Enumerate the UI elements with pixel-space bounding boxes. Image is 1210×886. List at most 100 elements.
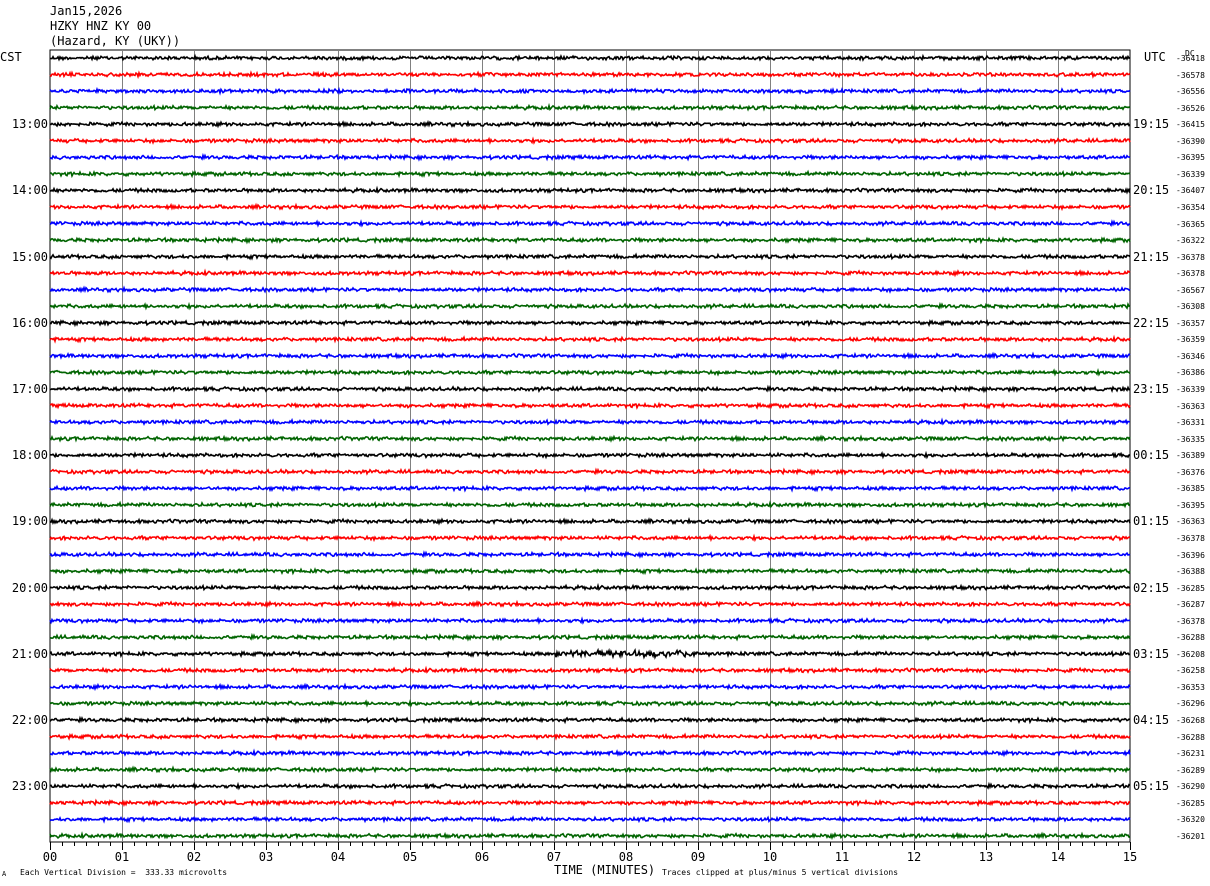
dc-offset-label: -36378: [1176, 252, 1205, 262]
utc-hour-label: 03:15: [1133, 646, 1170, 661]
trace-line: [49, 301, 1131, 311]
x-tick-label: 11: [834, 850, 850, 864]
dc-offset-label: -36322: [1176, 236, 1205, 246]
trace-line: [49, 500, 1131, 509]
x-tick-label: 01: [114, 850, 130, 864]
trace-line: [49, 86, 1131, 96]
trace-line: [49, 450, 1131, 460]
trace-line: [49, 647, 1131, 660]
trace-line: [49, 368, 1131, 377]
utc-hour-label: 02:15: [1133, 580, 1170, 595]
trace-line: [49, 484, 1131, 493]
dc-offset-label: -36418: [1176, 54, 1205, 63]
dc-offset-label: -36346: [1176, 351, 1205, 361]
trace-line: [49, 566, 1131, 576]
scale-note: Each Vertical Division = 333.33 microvol…: [20, 868, 228, 877]
dc-offset-label: -36208: [1176, 649, 1205, 659]
dc-offset-label: -36287: [1176, 600, 1205, 610]
local-hour-label: 23:00: [11, 779, 48, 794]
trace-line: [49, 202, 1131, 212]
trace-line: [49, 550, 1131, 559]
trace-line: [49, 815, 1131, 824]
local-hour-label: 19:00: [11, 514, 48, 529]
x-tick-label: 04: [330, 850, 346, 864]
local-hour-label: 18:00: [11, 448, 48, 463]
dc-offset-label: -36288: [1176, 732, 1205, 742]
dc-offset-label: -36339: [1176, 385, 1205, 394]
utc-hour-label: 22:15: [1133, 315, 1170, 330]
trace-line: [49, 831, 1131, 841]
trace-line: [49, 467, 1131, 477]
dc-offset-label: -36288: [1176, 633, 1205, 643]
dc-offset-label: -36353: [1176, 682, 1205, 692]
local-hour-label: 15:00: [11, 249, 48, 264]
dc-offset-label: -36378: [1176, 533, 1205, 543]
dc-offset-label: -36320: [1176, 815, 1205, 825]
dc-offset-label: -36390: [1176, 136, 1205, 146]
dc-offset-label: -36201: [1176, 831, 1205, 841]
trace-line: [49, 616, 1131, 625]
x-tick-label: 06: [474, 850, 490, 864]
x-tick-label: 02: [186, 850, 202, 864]
trace-line: [49, 765, 1131, 774]
x-tick-label: 00: [42, 850, 58, 864]
local-hour-label: 20:00: [11, 580, 48, 595]
dc-offset-label: -36395: [1176, 500, 1205, 510]
local-hour-label: 14:00: [11, 183, 48, 198]
local-hour-label: 17:00: [11, 382, 48, 396]
dc-offset-label: -36378: [1176, 269, 1205, 279]
dc-offset-label: -36258: [1176, 666, 1205, 676]
corner-mark: A: [2, 870, 7, 878]
dc-offset-label: -36578: [1176, 70, 1205, 80]
dc-offset-label: -36415: [1176, 120, 1205, 130]
x-tick-label: 05: [402, 850, 418, 864]
trace-line: [49, 632, 1131, 642]
dc-offset-label: -36407: [1176, 186, 1205, 196]
utc-hour-label: 23:15: [1133, 382, 1170, 396]
trace-line: [49, 781, 1131, 791]
trace-line: [49, 235, 1131, 245]
trace-line: [49, 53, 1131, 62]
trace-line: [49, 219, 1131, 228]
trace-line: [49, 417, 1131, 427]
dc-offset-label: -36363: [1176, 401, 1205, 411]
dc-offset-label: -36526: [1176, 103, 1205, 113]
trace-line: [49, 748, 1131, 758]
trace-line: [49, 152, 1131, 162]
trace-line: [49, 102, 1131, 112]
trace-line: [49, 715, 1131, 725]
trace-line: [49, 136, 1131, 145]
dc-offset-label: -36339: [1176, 169, 1205, 179]
x-tick-label: 13: [978, 850, 994, 864]
local-hour-label: 22:00: [11, 713, 48, 727]
dc-offset-label: -36378: [1176, 616, 1205, 626]
dc-offset-label: -36308: [1176, 302, 1205, 312]
utc-hour-label: 19:15: [1133, 117, 1170, 132]
x-tick-label: 07: [546, 850, 562, 864]
trace-line: [49, 119, 1131, 129]
dc-offset-label: -36396: [1176, 550, 1205, 560]
dc-offset-label: -36386: [1176, 368, 1205, 378]
trace-line: [49, 285, 1131, 294]
trace-line: [49, 533, 1131, 543]
trace-line: [49, 334, 1131, 344]
trace-line: [49, 70, 1131, 80]
dc-offset-label: -36285: [1176, 798, 1205, 808]
trace-line: [49, 665, 1131, 675]
plot-frame: [49, 49, 1131, 843]
utc-hour-label: 04:15: [1133, 713, 1170, 727]
x-tick-label: 08: [618, 850, 634, 864]
utc-hour-label: 05:15: [1133, 779, 1170, 794]
local-hour-label: 16:00: [11, 315, 48, 330]
trace-line: [49, 268, 1131, 278]
dc-offset-label: -36335: [1176, 434, 1205, 444]
dc-offset-label: -36359: [1176, 335, 1205, 345]
dc-offset-label: -36357: [1176, 318, 1205, 328]
x-tick-label: 14: [1050, 850, 1066, 864]
trace-line: [49, 582, 1131, 592]
utc-hour-label: 20:15: [1133, 183, 1170, 198]
dc-offset-label: -36556: [1176, 87, 1205, 97]
utc-hour-label: 01:15: [1133, 514, 1170, 529]
dc-offset-label: -36290: [1176, 782, 1205, 792]
local-hour-label: 13:00: [11, 117, 48, 132]
